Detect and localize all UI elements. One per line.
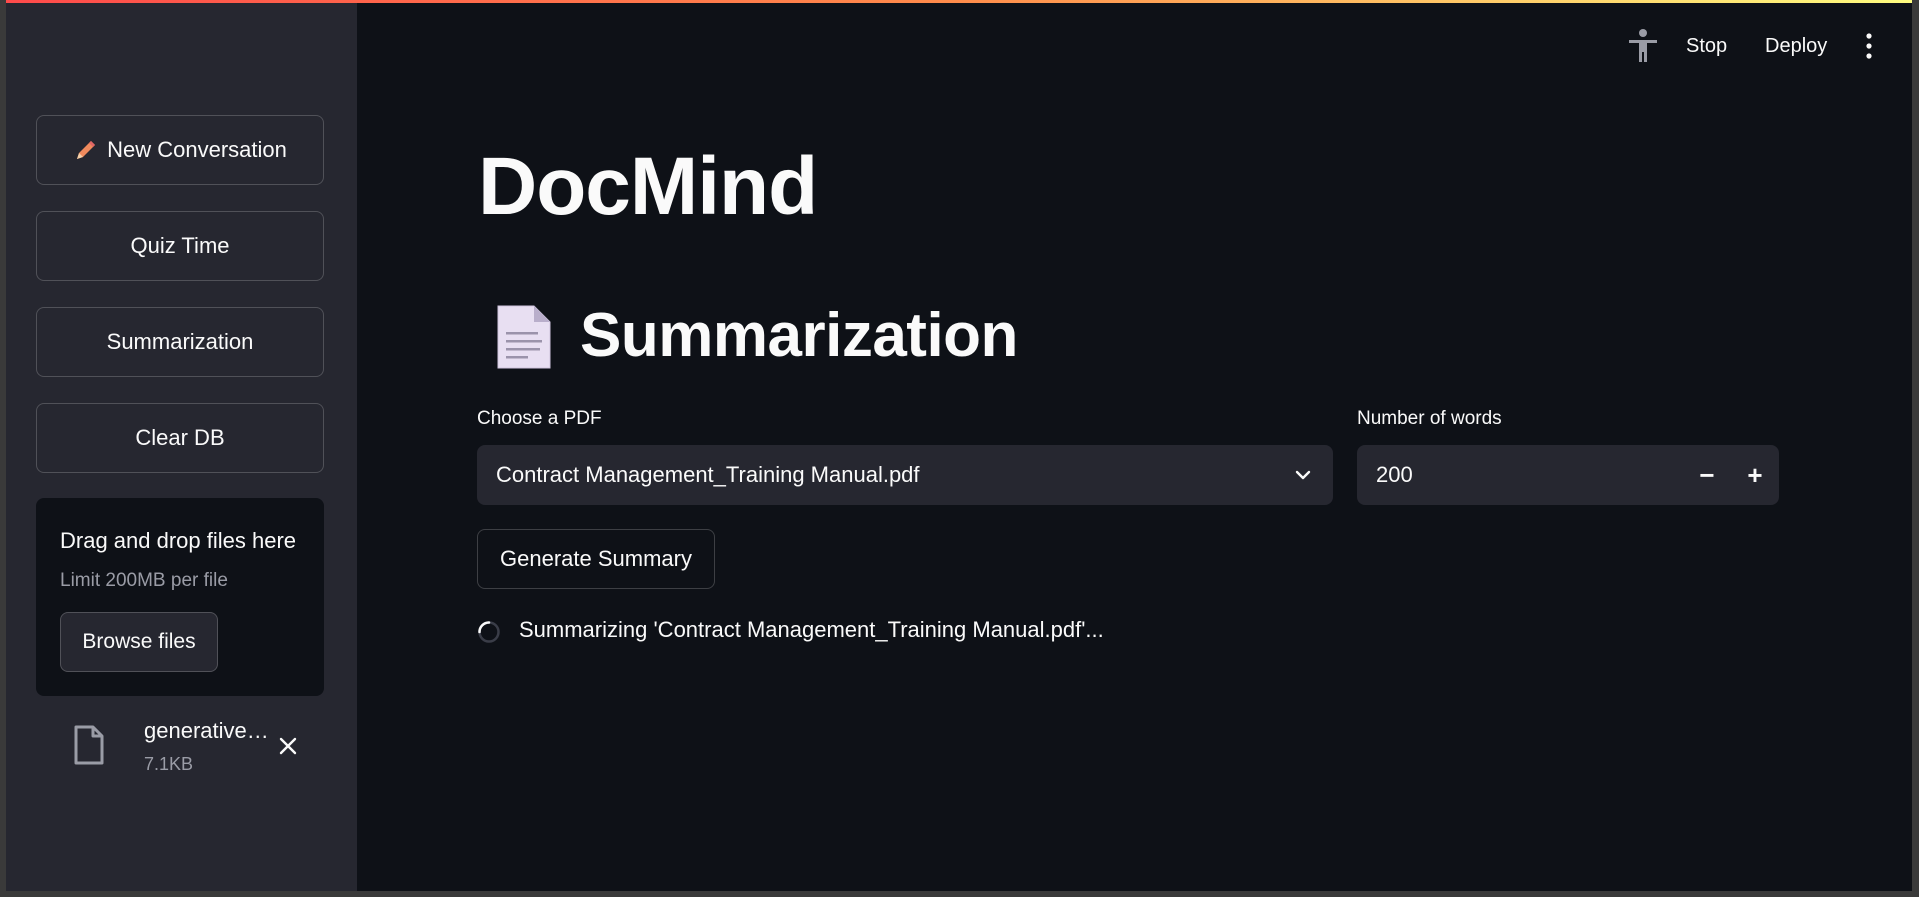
new-conversation-button[interactable]: New Conversation <box>36 115 324 185</box>
page-title: DocMind <box>478 141 818 232</box>
clear-db-label: Clear DB <box>135 425 225 450</box>
words-value: 200 <box>1376 462 1413 487</box>
file-icon <box>74 725 104 765</box>
clear-db-button[interactable]: Clear DB <box>36 403 324 473</box>
section-title: Summarization <box>580 301 1018 370</box>
generate-summary-button[interactable]: Generate Summary <box>477 529 715 589</box>
summarization-button[interactable]: Summarization <box>36 307 324 377</box>
window-frame: New Conversation Quiz Time Summarization… <box>0 0 1919 897</box>
status-message: Summarizing 'Contract Management_Trainin… <box>519 617 1104 642</box>
increment-button[interactable]: + <box>1731 445 1779 505</box>
new-conversation-label: New Conversation <box>107 137 287 162</box>
uploaded-file-item: generative… 7.1KB <box>36 710 324 780</box>
accessibility-icon[interactable] <box>1626 28 1660 64</box>
top-decoration-bar <box>6 0 1912 3</box>
sidebar: New Conversation Quiz Time Summarization… <box>6 0 357 891</box>
pdf-select[interactable]: Contract Management_Training Manual.pdf <box>477 445 1333 505</box>
pencil-icon <box>77 141 96 159</box>
quiz-time-label: Quiz Time <box>130 233 230 258</box>
dropzone-limit: Limit 200MB per file <box>60 570 228 591</box>
close-icon[interactable] <box>276 734 300 758</box>
spinner-icon <box>478 621 500 643</box>
app-window: New Conversation Quiz Time Summarization… <box>6 0 1912 891</box>
more-vertical-icon[interactable] <box>1862 30 1876 62</box>
decrement-button[interactable]: − <box>1683 445 1731 505</box>
words-number-input[interactable]: 200 − + <box>1357 445 1779 505</box>
file-size: 7.1KB <box>144 754 194 774</box>
chevron-down-icon <box>1295 470 1311 480</box>
words-input-label: Number of words <box>1357 408 1502 429</box>
stop-button[interactable]: Stop <box>1686 30 1727 62</box>
dropzone-instructions: Drag and drop files here <box>60 528 297 553</box>
file-name: generative… <box>144 718 269 743</box>
pdf-selected-value: Contract Management_Training Manual.pdf <box>496 462 920 487</box>
pdf-select-label: Choose a PDF <box>477 408 602 429</box>
quiz-time-button[interactable]: Quiz Time <box>36 211 324 281</box>
document-icon <box>497 305 551 369</box>
deploy-button[interactable]: Deploy <box>1765 30 1827 62</box>
summarization-label: Summarization <box>106 329 254 354</box>
browse-files-button[interactable]: Browse files <box>60 612 218 672</box>
file-uploader-dropzone[interactable]: Drag and drop files here Limit 200MB per… <box>36 498 324 696</box>
